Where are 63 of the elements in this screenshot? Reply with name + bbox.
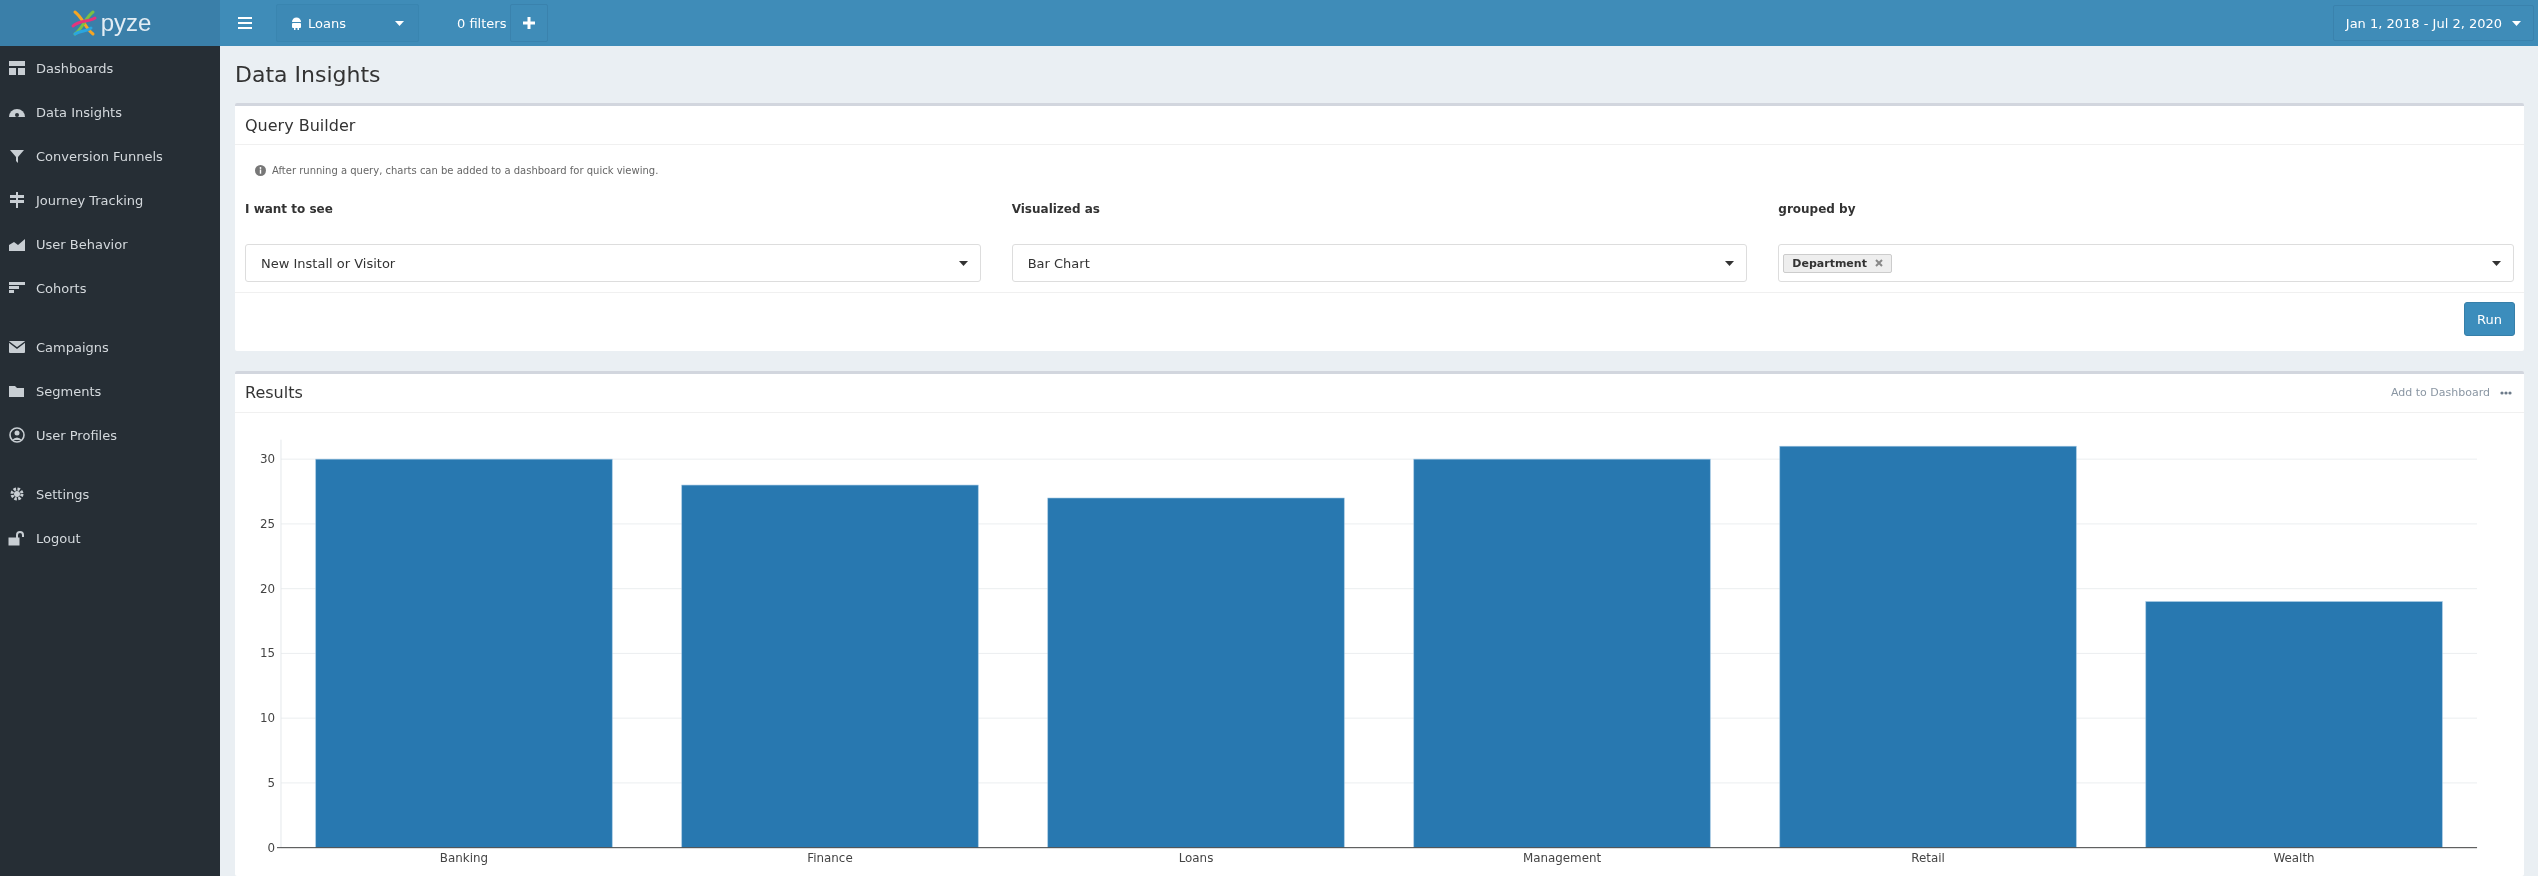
sidebar-item[interactable]: User Behavior (0, 222, 220, 266)
unlock-icon (8, 530, 26, 546)
sidebar-item[interactable]: Cohorts (0, 266, 220, 310)
run-button[interactable]: Run (2464, 302, 2515, 336)
y-tick-label: 30 (259, 451, 276, 466)
caret-icon (1725, 260, 1735, 266)
caret-icon (958, 260, 968, 266)
sidebar-item[interactable]: Settings (0, 472, 220, 516)
x-tick-label: Banking (439, 850, 489, 865)
y-tick-label: 25 (259, 516, 276, 531)
y-tick-label: 15 (259, 646, 276, 660)
x-tick-label: Management (1522, 850, 1602, 865)
settings-icon (8, 486, 26, 502)
plus-icon (523, 17, 536, 29)
x-tick-label: Wealth (2273, 850, 2315, 865)
sidebar-item[interactable]: User Profiles (0, 413, 220, 457)
caret-icon (395, 20, 404, 26)
x-tick-label: Finance (807, 850, 853, 865)
field-label: grouped by (1778, 202, 1857, 216)
y-tick-label: 0 (267, 840, 276, 855)
envelope-icon (8, 339, 26, 355)
field-label: I want to see (245, 202, 334, 216)
sidebar-item[interactable]: Logout (0, 516, 220, 560)
y-tick-label: 20 (259, 581, 276, 596)
date-range-button[interactable]: Jan 1, 2018 - Jul 2, 2020 (2332, 5, 2534, 41)
card-title: Query Builder (245, 115, 356, 135)
x-tick-label: Loans (1178, 850, 1214, 865)
user-circle-icon (8, 427, 26, 443)
card-title: Results (245, 383, 303, 403)
filter-icon (8, 148, 26, 164)
more-icon[interactable] (2500, 390, 2512, 395)
multi-select-field[interactable]: Department (1778, 244, 2514, 282)
sidebar-item[interactable]: Data Insights (0, 90, 220, 134)
filter-count: 0 filters (457, 15, 507, 31)
app-select[interactable]: Loans (276, 4, 419, 42)
info-icon (255, 165, 266, 176)
remove-icon[interactable] (1874, 259, 1883, 267)
sidebar-item[interactable]: Dashboards (0, 46, 220, 90)
add-filter-button[interactable] (510, 4, 549, 42)
logo[interactable]: pyze (0, 0, 220, 46)
area-chart-icon (8, 236, 26, 252)
dashboard-icon (8, 60, 26, 76)
sidebar-item[interactable]: Segments (0, 369, 220, 413)
y-tick-label: 10 (259, 710, 276, 725)
caret-icon (2512, 20, 2521, 26)
caret-icon (2492, 260, 2501, 266)
tag-chip: Department (1783, 253, 1892, 273)
dropdown-field[interactable]: Bar Chart (1011, 244, 1748, 282)
menu-icon (238, 17, 252, 29)
page-title: Data Insights (235, 61, 382, 89)
dropdown-field[interactable]: New Install or Visitor (245, 244, 981, 282)
sidebar-item[interactable]: Conversion Funnels (0, 134, 220, 178)
android-icon (291, 16, 302, 30)
sidebar-item[interactable]: Journey Tracking (0, 178, 220, 222)
logo-text: pyze (100, 9, 152, 37)
sidebar-item[interactable]: Campaigns (0, 325, 220, 369)
folder-icon (8, 383, 26, 399)
signpost-icon (8, 192, 26, 208)
info-note: After running a query, charts can be added to a dashboard for quick viewing. (272, 165, 659, 176)
cohort-grid-icon (8, 280, 26, 296)
field-label: Visualized as (1011, 202, 1101, 216)
x-tick-label: Retail (1911, 850, 1945, 865)
y-tick-label: 5 (267, 775, 276, 790)
